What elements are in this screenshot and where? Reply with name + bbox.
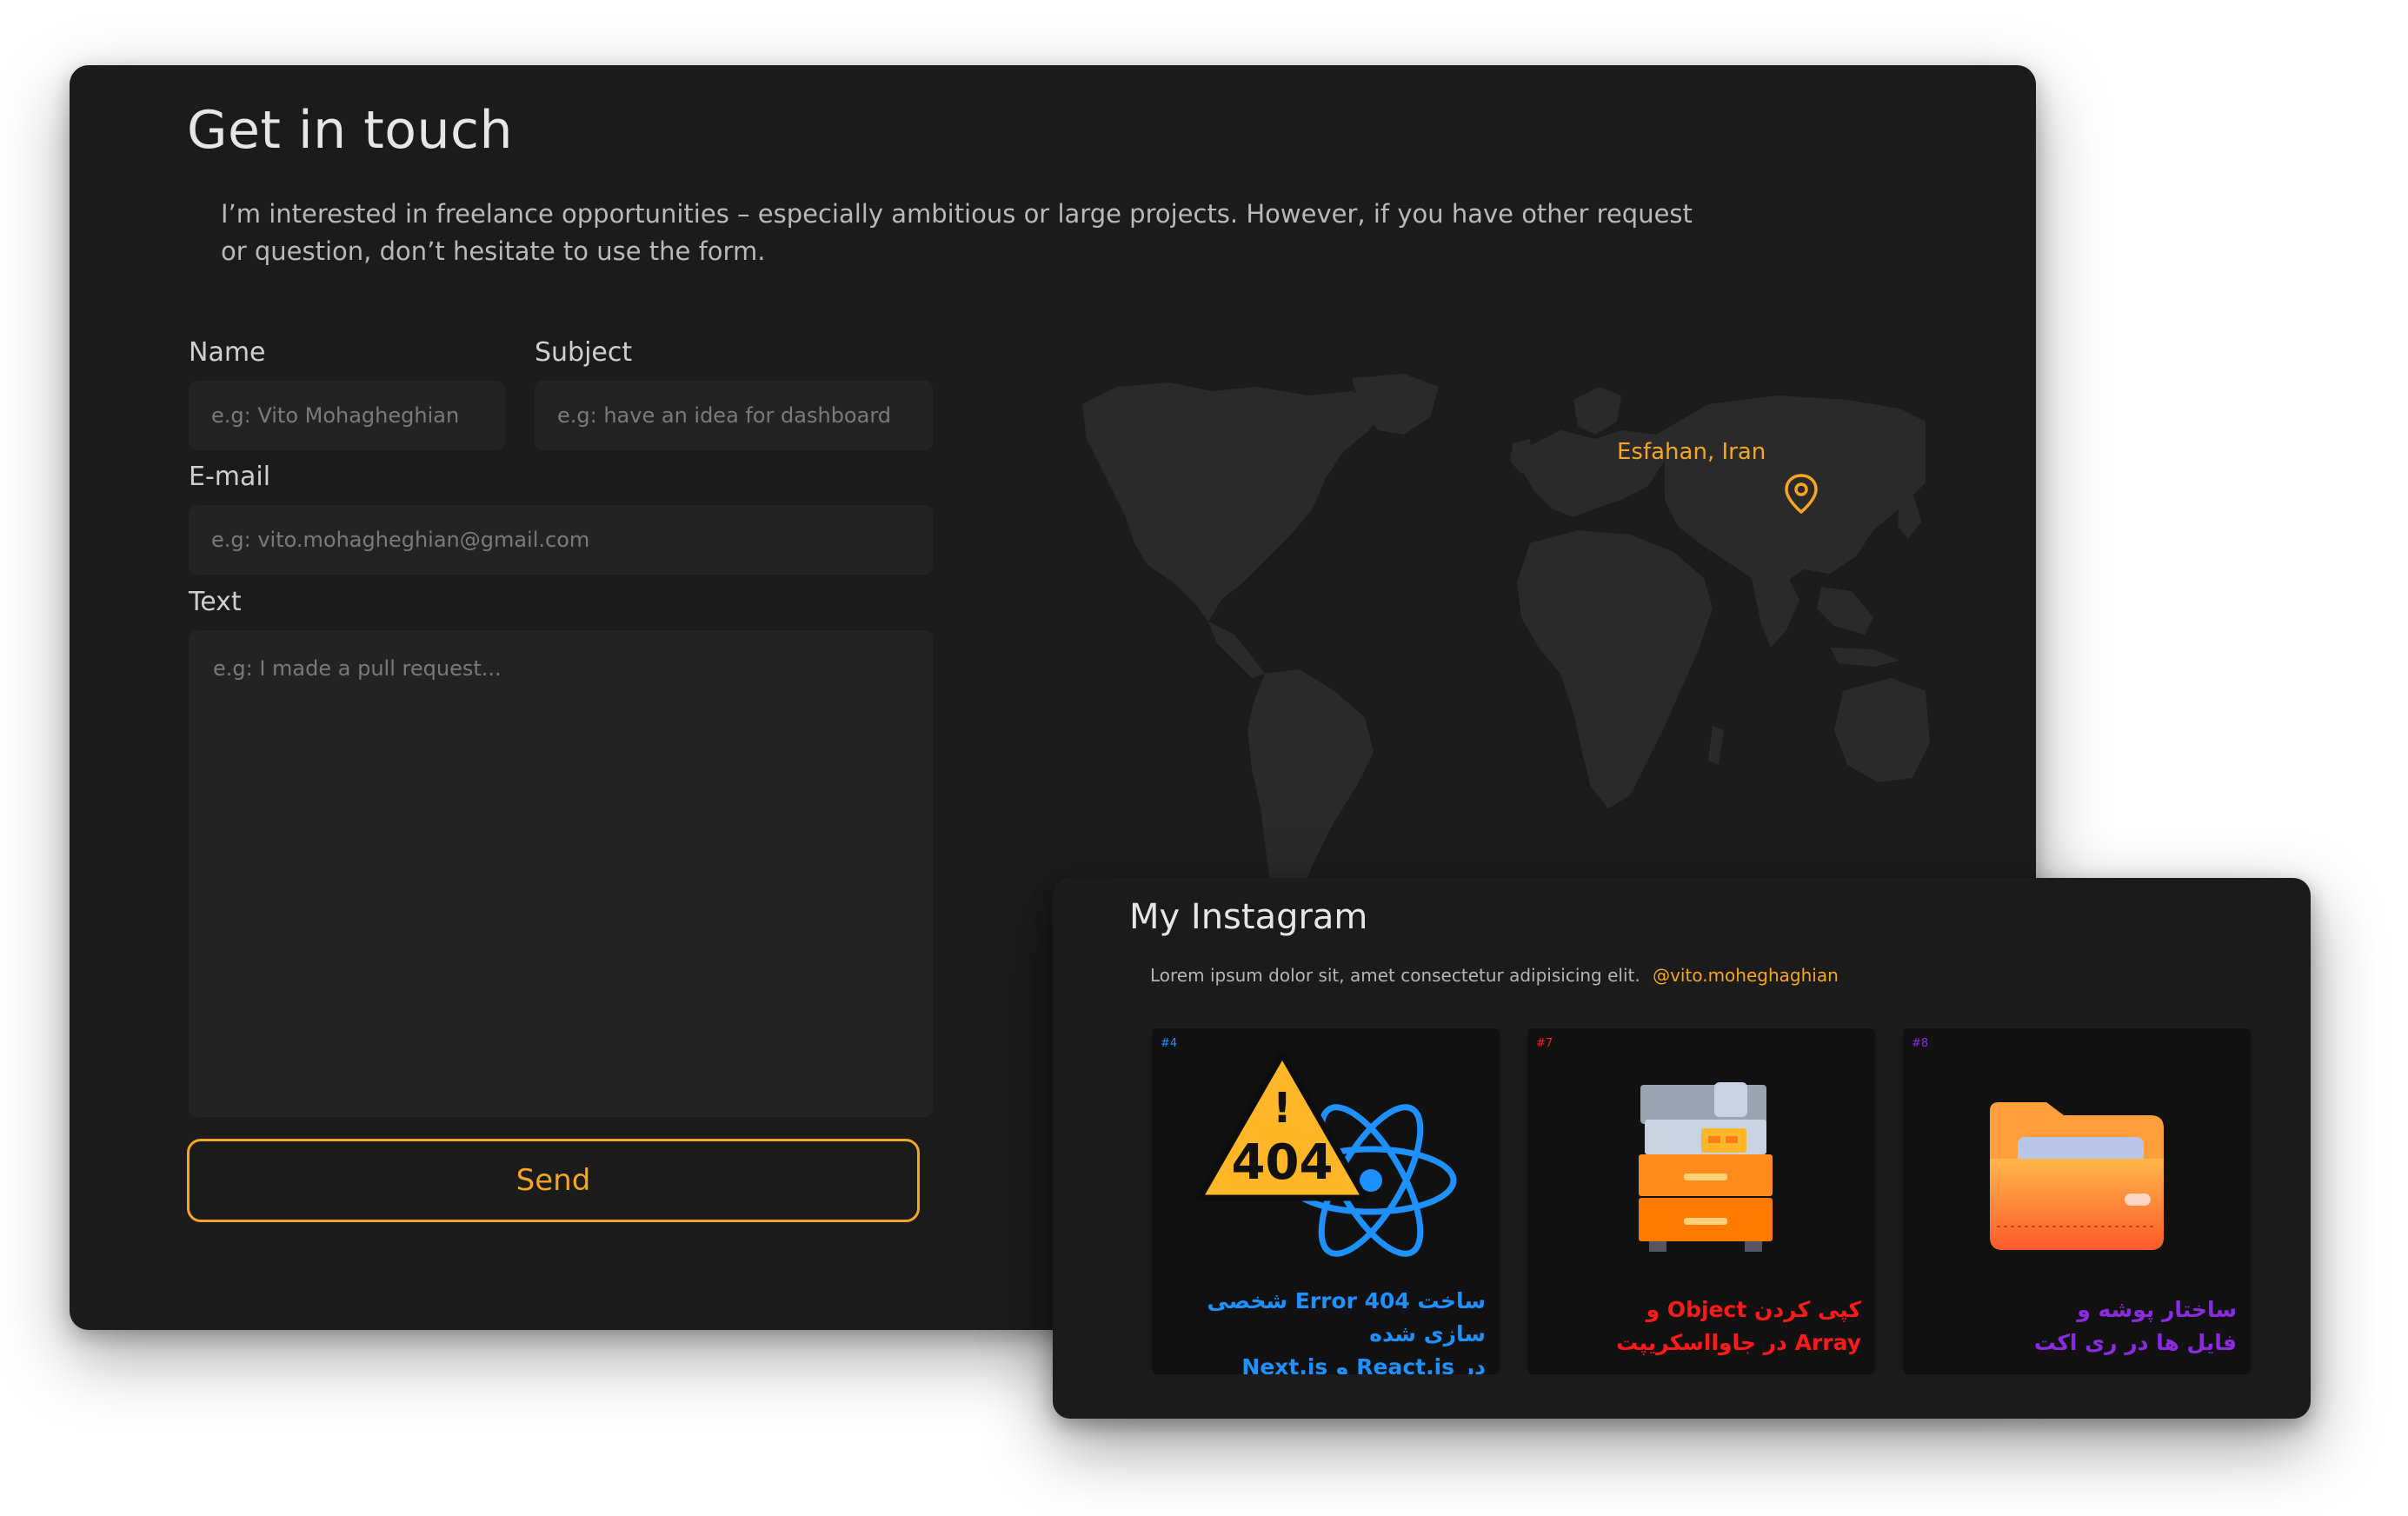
message-textarea[interactable]	[189, 630, 933, 1117]
send-button[interactable]: Send	[187, 1139, 920, 1222]
svg-text:404: 404	[1232, 1134, 1334, 1191]
text-label: Text	[189, 587, 242, 617]
subject-label: Subject	[535, 337, 633, 368]
instagram-post-404[interactable]: #4 ! 404 ساخت Error 404 شخصی سازی شده در…	[1152, 1028, 1500, 1374]
instagram-panel: My Instagram Lorem ipsum dolor sit, amet…	[1053, 878, 2311, 1419]
instagram-description-text: Lorem ipsum dolor sit, amet consectetur …	[1150, 965, 1640, 986]
instagram-handle-link[interactable]: @vito.moheghaghian	[1653, 965, 1839, 986]
page-title: Get in touch	[187, 100, 514, 161]
post-caption-line1: کپی کردن Object و	[1646, 1297, 1861, 1322]
instagram-post-object-copy[interactable]: #7 کپی کردن Object و Array در جاوااسکریپ…	[1527, 1028, 1875, 1374]
name-label: Name	[189, 337, 266, 368]
post-caption-line2: در React.js و Next.js	[1241, 1354, 1486, 1374]
post-caption-line1: ساختار پوشه و	[2077, 1297, 2237, 1322]
instagram-post-folder-structure[interactable]: #8 ساختار پوشه و فایل ها در ری اکت	[1903, 1028, 2251, 1374]
post-caption-line2: Array در جاوااسکریپت	[1616, 1330, 1861, 1355]
warning-404-react-icon: ! 404	[1196, 1051, 1457, 1257]
location-pin-icon	[1785, 474, 1818, 515]
intro-text: I’m interested in freelance opportunitie…	[221, 199, 1693, 266]
post-caption-line2: فایل ها در ری اکت	[2033, 1330, 2237, 1355]
name-input[interactable]	[189, 381, 505, 450]
subject-input[interactable]	[535, 381, 933, 450]
email-label: E-mail	[189, 462, 271, 492]
instagram-description: Lorem ipsum dolor sit, amet consectetur …	[1150, 965, 1839, 986]
location-label: Esfahan, Iran	[1617, 439, 1766, 465]
svg-text:!: !	[1273, 1084, 1292, 1133]
post-caption-line1: ساخت Error 404 شخصی سازی شده	[1207, 1288, 1486, 1346]
instagram-title: My Instagram	[1129, 897, 1368, 937]
folder-icon	[1990, 1102, 2164, 1250]
copier-machine-icon	[1639, 1082, 1773, 1252]
world-map	[1082, 374, 1930, 943]
email-field[interactable]	[189, 505, 933, 575]
